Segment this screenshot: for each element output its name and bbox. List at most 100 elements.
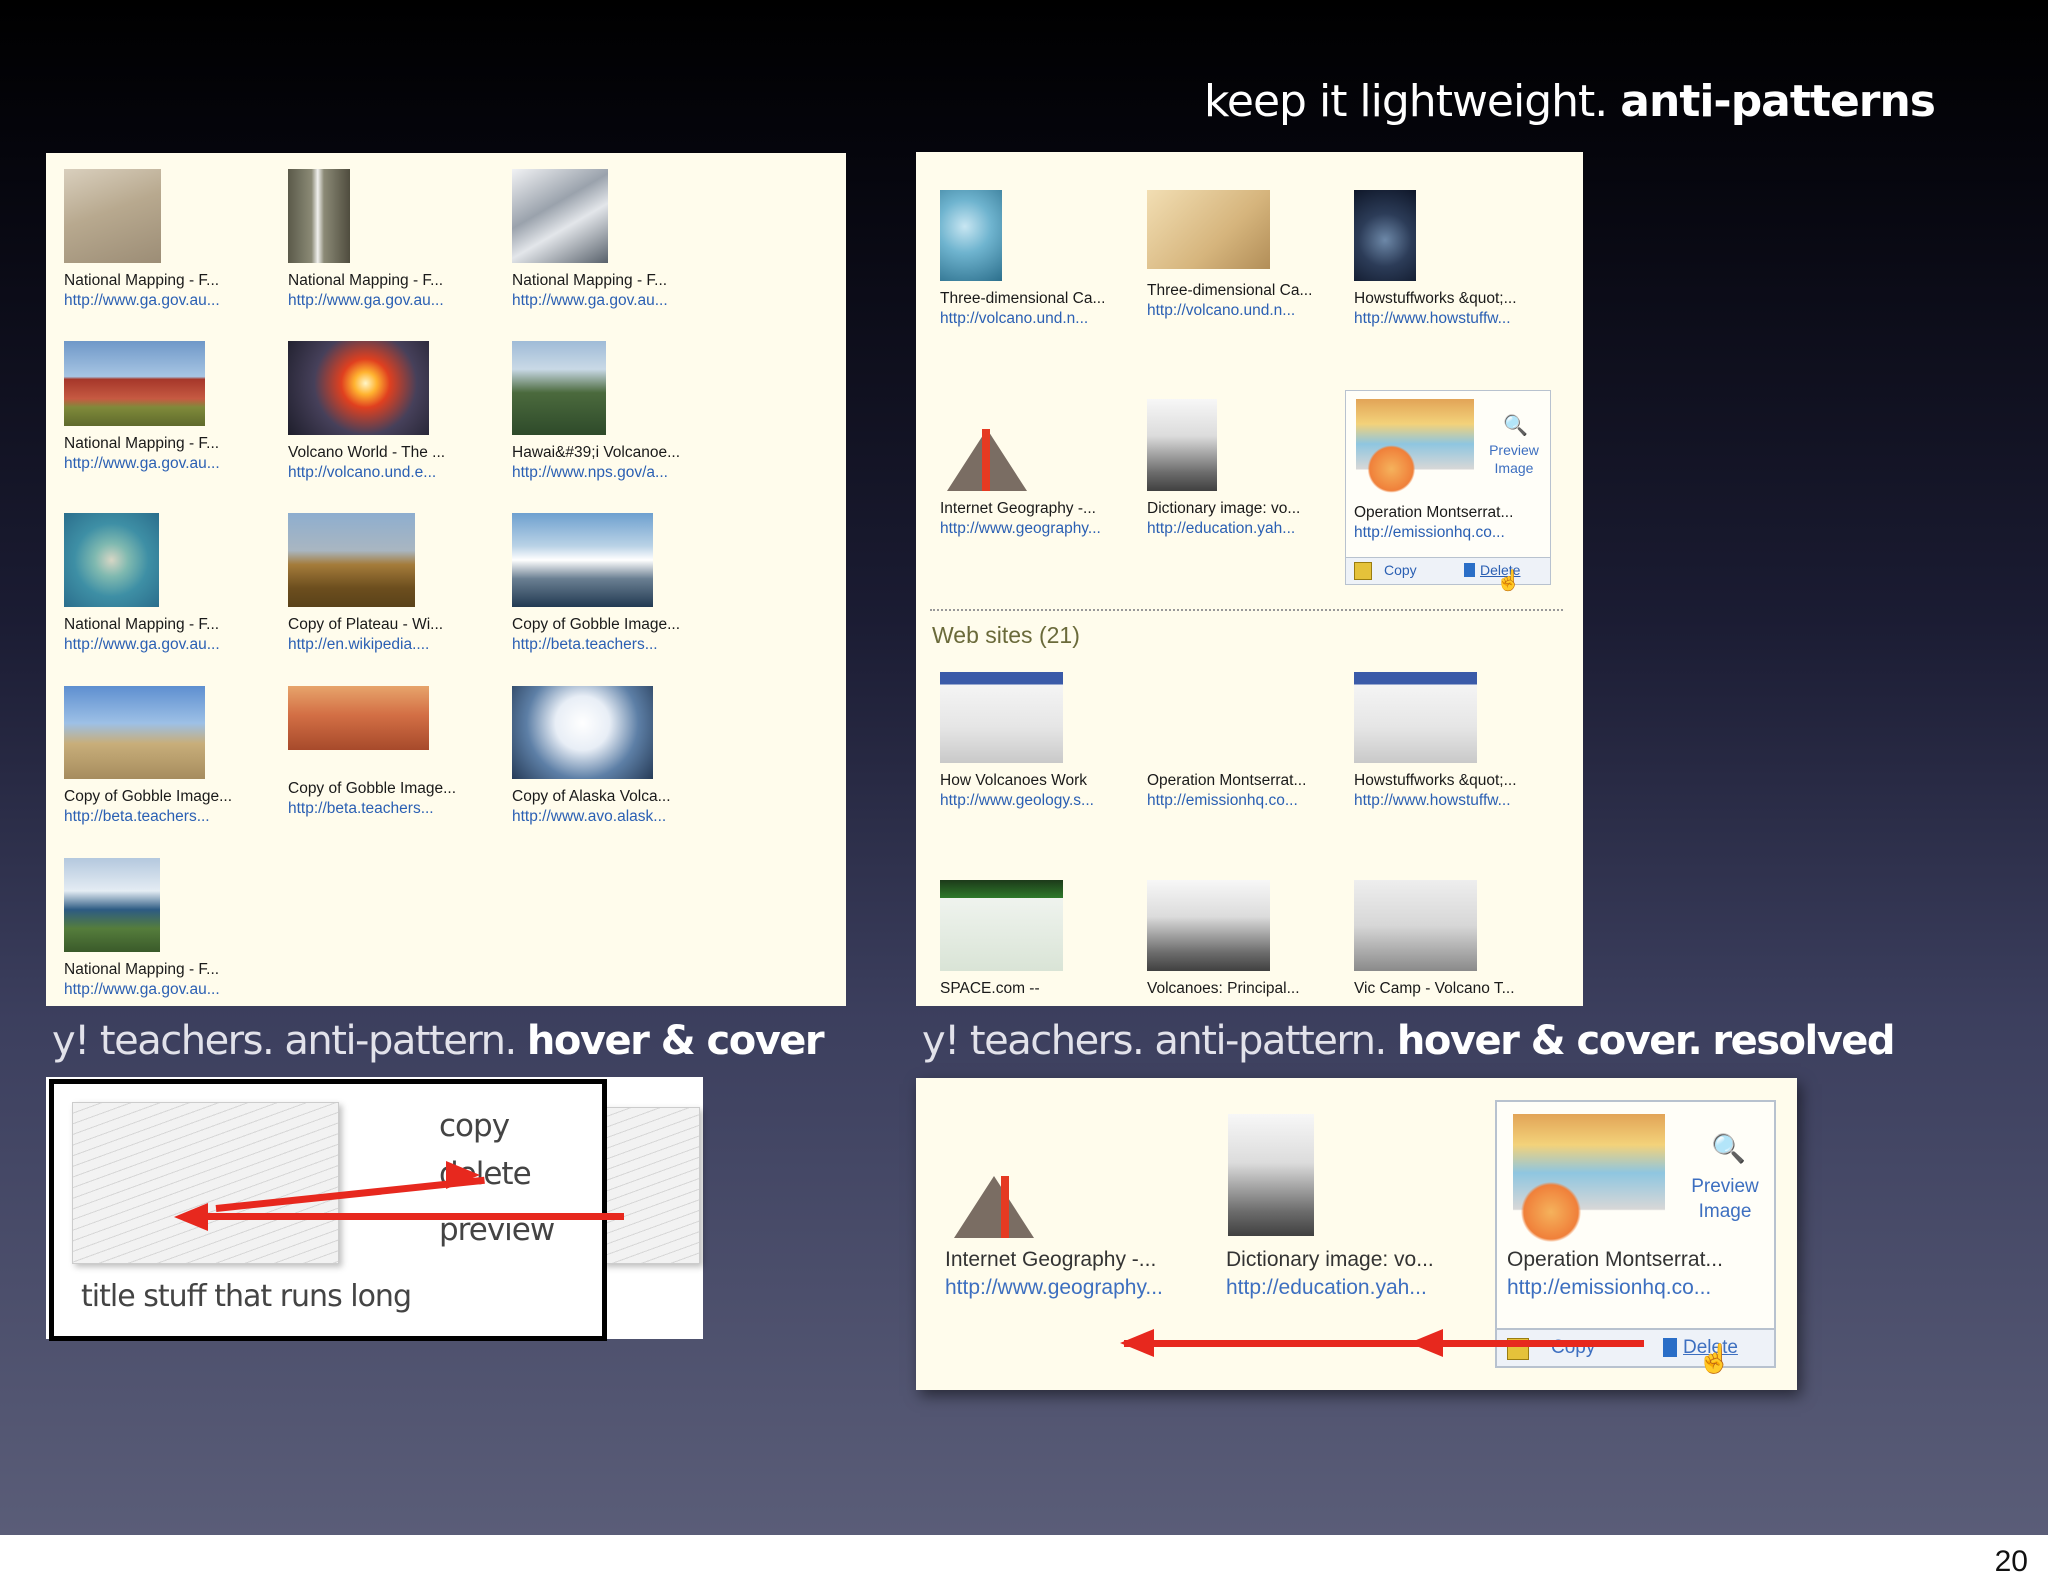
tile-title[interactable]: How Volcanoes Work [940,771,1150,791]
tile-url[interactable]: http://emissionhq.co... [1147,791,1357,811]
image-tile[interactable]: Copy of Gobble Image... http://beta.teac… [288,686,498,819]
tile-title[interactable]: Copy of Alaska Volca... [512,787,722,807]
image-tile[interactable]: Internet Geography -... http://www.geogr… [940,399,1150,539]
tile-url[interactable]: http://www.ga.gov.au... [64,635,274,655]
web-tile[interactable]: How Volcanoes Work http://www.geology.s.… [940,672,1150,811]
tile-title[interactable]: Hawai&#39;i Volcanoe... [512,443,722,463]
hover-card[interactable]: 🔍 Preview Image Operation Montserrat... … [1345,390,1551,592]
image-tile[interactable]: National Mapping - F... http://www.ga.go… [64,513,274,655]
tile-title[interactable]: Dictionary image: vo... [1147,499,1357,519]
web-tile[interactable]: Operation Montserrat... http://emissionh… [1147,672,1357,811]
image-tile[interactable]: Three-dimensional Ca... http://volcano.u… [940,190,1150,329]
thumbnail-image[interactable] [1356,399,1474,499]
image-tile[interactable]: National Mapping - F... http://www.ga.go… [512,169,722,311]
website-thumbnail[interactable] [940,672,1063,763]
image-tile[interactable]: Three-dimensional Ca... http://volcano.u… [1147,190,1357,321]
tile-title[interactable]: National Mapping - F... [64,615,274,635]
tile-url[interactable]: http://education.yah... [1147,519,1357,539]
image-tile[interactable]: Copy of Gobble Image... http://beta.teac… [512,513,722,655]
image-tile[interactable]: Copy of Alaska Volca... http://www.avo.a… [512,686,722,827]
thumbnail-image[interactable] [64,858,160,952]
image-tile[interactable]: Hawai&#39;i Volcanoe... http://www.nps.g… [512,341,722,483]
zoom-thumbnail-2[interactable] [1228,1114,1314,1236]
image-tile[interactable]: National Mapping - F... http://www.ga.go… [64,341,274,474]
copy-link[interactable]: Copy [1384,562,1417,578]
image-tile[interactable]: Dictionary image: vo... http://education… [1147,399,1357,539]
thumbnail-image[interactable] [512,686,653,779]
tile-title[interactable]: Operation Montserrat... [1147,771,1357,791]
thumbnail-image[interactable] [940,399,1032,491]
tile-url[interactable]: http://www.geology.s... [940,791,1150,811]
tile-title[interactable]: SPACE.com -- [940,979,1150,999]
image-tile[interactable]: National Mapping - F... http://www.ga.go… [288,169,498,311]
preview-icon[interactable]: 🔍 [1711,1132,1746,1165]
tile-url[interactable]: http://beta.teachers... [64,807,274,827]
tile-title[interactable]: National Mapping - F... [512,271,722,291]
tile-title[interactable]: Copy of Gobble Image... [64,787,274,807]
thumbnail-image[interactable] [64,169,161,263]
tile-url[interactable]: http://beta.teachers... [512,635,722,655]
tile-url[interactable]: http://www.ga.gov.au... [512,291,722,311]
zoom-tile-title[interactable]: Internet Geography -... [945,1248,1156,1272]
image-label[interactable]: Image [1484,459,1544,477]
tile-title[interactable]: Howstuffworks &quot;... [1354,771,1564,791]
tile-url[interactable]: http://www.geography... [940,519,1150,539]
tile-title[interactable]: Copy of Gobble Image... [512,615,722,635]
thumbnail-image[interactable] [288,513,415,607]
website-thumbnail[interactable] [1147,672,1270,763]
preview-label[interactable]: Preview [1484,441,1544,459]
trash-icon[interactable] [1464,563,1475,577]
thumbnail-image[interactable] [940,190,1002,281]
preview-image-link[interactable]: Preview Image [1675,1174,1775,1224]
web-tile[interactable]: SPACE.com -- [940,880,1150,999]
thumbnail-image[interactable] [288,341,429,435]
copy-icon[interactable] [1354,562,1372,580]
zoom-hover-card[interactable]: 🔍 Preview Image Operation Montserrat... … [1495,1100,1776,1374]
image-tile[interactable]: National Mapping - F... http://www.ga.go… [64,169,274,311]
thumbnail-image[interactable] [64,341,205,426]
web-tile[interactable]: Howstuffworks &quot;... http://www.howst… [1354,672,1564,811]
tile-title[interactable]: Three-dimensional Ca... [1147,281,1357,301]
trash-icon[interactable] [1663,1338,1677,1357]
image-label[interactable]: Image [1675,1199,1775,1224]
tile-title[interactable]: National Mapping - F... [64,271,274,291]
website-thumbnail[interactable] [940,880,1063,971]
tile-title[interactable]: Volcanoes: Principal... [1147,979,1357,999]
zoom-tile-url[interactable]: http://emissionhq.co... [1507,1276,1711,1300]
thumbnail-image[interactable] [64,513,159,607]
tile-url[interactable]: http://en.wikipedia.... [288,635,498,655]
thumbnail-image[interactable] [288,686,429,750]
web-tile[interactable]: Vic Camp - Volcano T... [1354,880,1564,999]
tile-url[interactable]: http://volcano.und.e... [288,463,498,483]
zoom-tile-title[interactable]: Dictionary image: vo... [1226,1248,1434,1272]
tile-title[interactable]: National Mapping - F... [64,960,274,980]
zoom-hover-thumbnail[interactable] [1513,1114,1665,1254]
thumbnail-image[interactable] [64,686,205,779]
zoom-tile-url[interactable]: http://www.geography... [945,1276,1163,1300]
tile-title[interactable]: Copy of Plateau - Wi... [288,615,498,635]
tile-url[interactable]: http://www.avo.alask... [512,807,722,827]
tile-title[interactable]: Copy of Gobble Image... [288,779,498,799]
zoom-tile-url[interactable]: http://education.yah... [1226,1276,1427,1300]
tile-title[interactable]: Vic Camp - Volcano T... [1354,979,1564,999]
image-tile[interactable]: Volcano World - The ... http://volcano.u… [288,341,498,483]
tile-url[interactable]: http://www.ga.gov.au... [288,291,498,311]
tile-url[interactable]: http://www.howstuffw... [1354,309,1564,329]
thumbnail-image[interactable] [1147,190,1270,269]
tile-title[interactable]: Volcano World - The ... [288,443,498,463]
thumbnail-image[interactable] [288,169,350,263]
website-thumbnail[interactable] [1354,672,1477,763]
tile-title[interactable]: Howstuffworks &quot;... [1354,289,1564,309]
image-tile[interactable]: Howstuffworks &quot;... http://www.howst… [1354,190,1564,329]
tile-url[interactable]: http://www.nps.gov/a... [512,463,722,483]
image-tile[interactable]: National Mapping - F... http://www.ga.go… [64,858,274,1000]
preview-image-link[interactable]: Preview Image [1484,441,1544,477]
tile-url[interactable]: http://www.ga.gov.au... [64,291,274,311]
tile-url[interactable]: http://beta.teachers... [288,799,498,819]
thumbnail-image[interactable] [512,341,606,435]
thumbnail-image[interactable] [512,513,653,607]
preview-icon[interactable]: 🔍 [1503,413,1528,438]
preview-label[interactable]: Preview [1675,1174,1775,1199]
tile-url[interactable]: http://www.howstuffw... [1354,791,1564,811]
tile-url[interactable]: http://emissionhq.co... [1354,523,1505,543]
